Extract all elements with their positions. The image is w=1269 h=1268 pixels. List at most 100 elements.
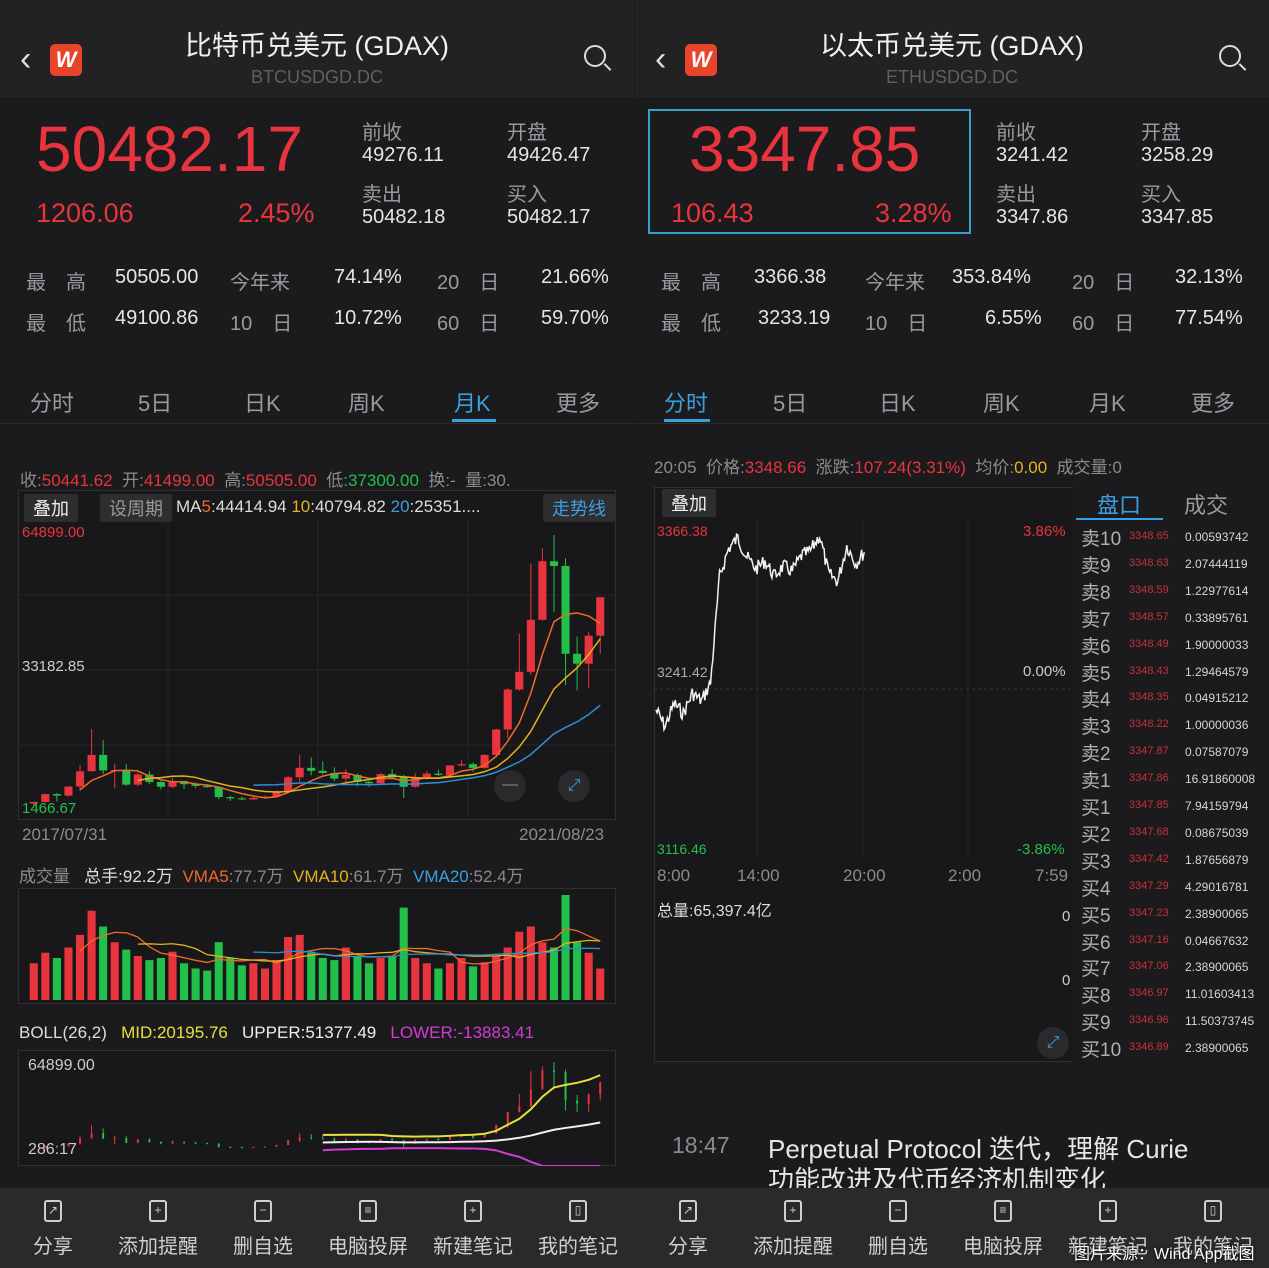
book-size: 0.33895761 [1185,611,1248,625]
toolbar-label: 分享 [635,1230,741,1259]
book-size: 11.50373745 [1185,1014,1254,1028]
book-level: 买10 [1081,1035,1121,1062]
price-change-pct: 2.45% [238,198,315,229]
high-label: 高: [224,471,246,490]
volume-bar [41,953,49,1000]
volume-bar [411,958,419,1000]
book-price: 3346.96 [1129,1014,1169,1026]
boll-candle [148,1140,150,1142]
boll-candle [206,1143,208,1144]
toolbar-item[interactable]: ↗分享 [635,1188,741,1268]
set-period-button[interactable]: 设周期 [100,494,172,522]
book-size: 1.29464579 [1185,665,1248,679]
toolbar-item[interactable]: −删自选 [845,1188,951,1268]
toolbar-item[interactable]: ≡电脑投屏 [950,1188,1056,1268]
toolbar-label: 电脑投屏 [950,1230,1056,1259]
tab-more[interactable]: 更多 [1191,386,1235,418]
boll-candle [102,1133,104,1138]
last-price: 50482.17 [36,112,303,186]
divider [635,423,1269,424]
book-tab-depth[interactable]: 盘口 [1097,488,1141,520]
tab-intraday[interactable]: 分时 [30,386,74,418]
axis-mid-label: 33182.85 [22,658,85,675]
book-size: 1.00000036 [1185,718,1248,732]
tab-daily-k[interactable]: 日K [244,386,281,418]
stat-value: 50505.00 [115,266,198,289]
axis-low: 3116.46 [657,841,707,857]
low-value: 37300.00 [348,471,419,490]
trend-line-button[interactable]: 走势线 [543,494,615,522]
last-price: 3347.85 [689,112,920,186]
tab-intraday[interactable]: 分时 [664,386,708,418]
ma5-value: :44414.94 [211,497,291,516]
book-size: 0.00593742 [1185,530,1248,544]
boll-axis-bottom: 286.17 [28,1141,77,1159]
axis-low-pct: -3.86% [1017,841,1065,858]
book-size: 2.07444119 [1185,557,1248,571]
high-value: 50505.00 [246,471,317,490]
toolbar-item[interactable]: ▯我的笔记 [525,1188,631,1268]
expand-icon[interactable]: ⤢ [1037,1027,1069,1059]
volume-bar [446,963,454,1000]
overlay-button[interactable]: 叠加 [24,494,78,522]
tab-weekly-k[interactable]: 周K [983,386,1020,418]
stat-label: 60 日 [1072,307,1134,336]
tab-more[interactable]: 更多 [556,386,600,418]
stat-label: 最 高 [661,266,721,295]
volume-bar [457,958,465,1000]
candle [307,768,315,771]
book-level: 卖9 [1081,551,1111,578]
tab-monthly-k[interactable]: 月K [1089,386,1126,418]
tab-5day[interactable]: 5日 [773,386,807,418]
overlay-button[interactable]: 叠加 [662,489,716,517]
boll-mid-line [323,1122,600,1142]
volume-chart [18,888,616,1004]
book-tab-trades[interactable]: 成交 [1184,488,1228,520]
page-subtitle: BTCUSDGD.DC [0,67,634,88]
boll-candle [264,1147,266,1148]
stat-value: 49100.86 [115,307,198,330]
book-price: 3346.97 [1129,987,1169,999]
tab-5day[interactable]: 5日 [138,386,172,418]
book-level: 卖8 [1081,578,1111,605]
toolbar-item[interactable]: +添加提醒 [740,1188,846,1268]
book-price: 3348.43 [1129,665,1169,677]
ohlc-info: 收:50441.62 开:41499.00 高:50505.00 低:37300… [20,466,511,491]
quote-value: 3347.86 [996,206,1068,229]
volume-bar [319,958,327,1000]
boll-lower-line [323,1148,600,1166]
toolbar-label: 删自选 [845,1230,951,1259]
tab-daily-k[interactable]: 日K [879,386,916,418]
stat-value: 59.70% [541,307,609,330]
book-size: 1.90000033 [1185,638,1248,652]
expand-icon[interactable]: ⤢ [558,770,590,802]
candle [319,771,327,773]
new-note-icon: + [1099,1200,1117,1222]
candle [99,755,107,770]
time-tick: 2:00 [948,866,981,886]
book-size: 0.08675039 [1185,826,1248,840]
book-level: 卖7 [1081,605,1111,632]
volume-bar [203,971,211,1000]
info-change-label: 涨跌: [816,458,855,477]
toolbar-item[interactable]: +新建笔记 [420,1188,526,1268]
boll-candle [507,1112,509,1125]
tab-weekly-k[interactable]: 周K [348,386,385,418]
boll-axis-top: 64899.00 [28,1057,95,1075]
stat-label: 今年来 [230,266,290,295]
bell-plus-icon: + [149,1200,167,1222]
axis-end-date: 2021/08/23 [519,825,604,845]
axis-base: 3241.42 [657,664,708,680]
toolbar-label: 添加提醒 [105,1230,211,1259]
book-price: 3348.57 [1129,611,1169,623]
toolbar-item[interactable]: ≡电脑投屏 [315,1188,421,1268]
book-level: 卖3 [1081,712,1111,739]
turnover: 换:- [428,471,455,490]
volume-bar [226,958,234,1000]
candle [342,775,350,779]
tab-monthly-k[interactable]: 月K [454,386,491,418]
toolbar-item[interactable]: −删自选 [210,1188,316,1268]
toolbar-item[interactable]: + 添加提醒 [105,1188,211,1268]
toolbar-item[interactable]: ↗分享 [0,1188,106,1268]
zoom-out-button[interactable]: — [494,770,526,802]
